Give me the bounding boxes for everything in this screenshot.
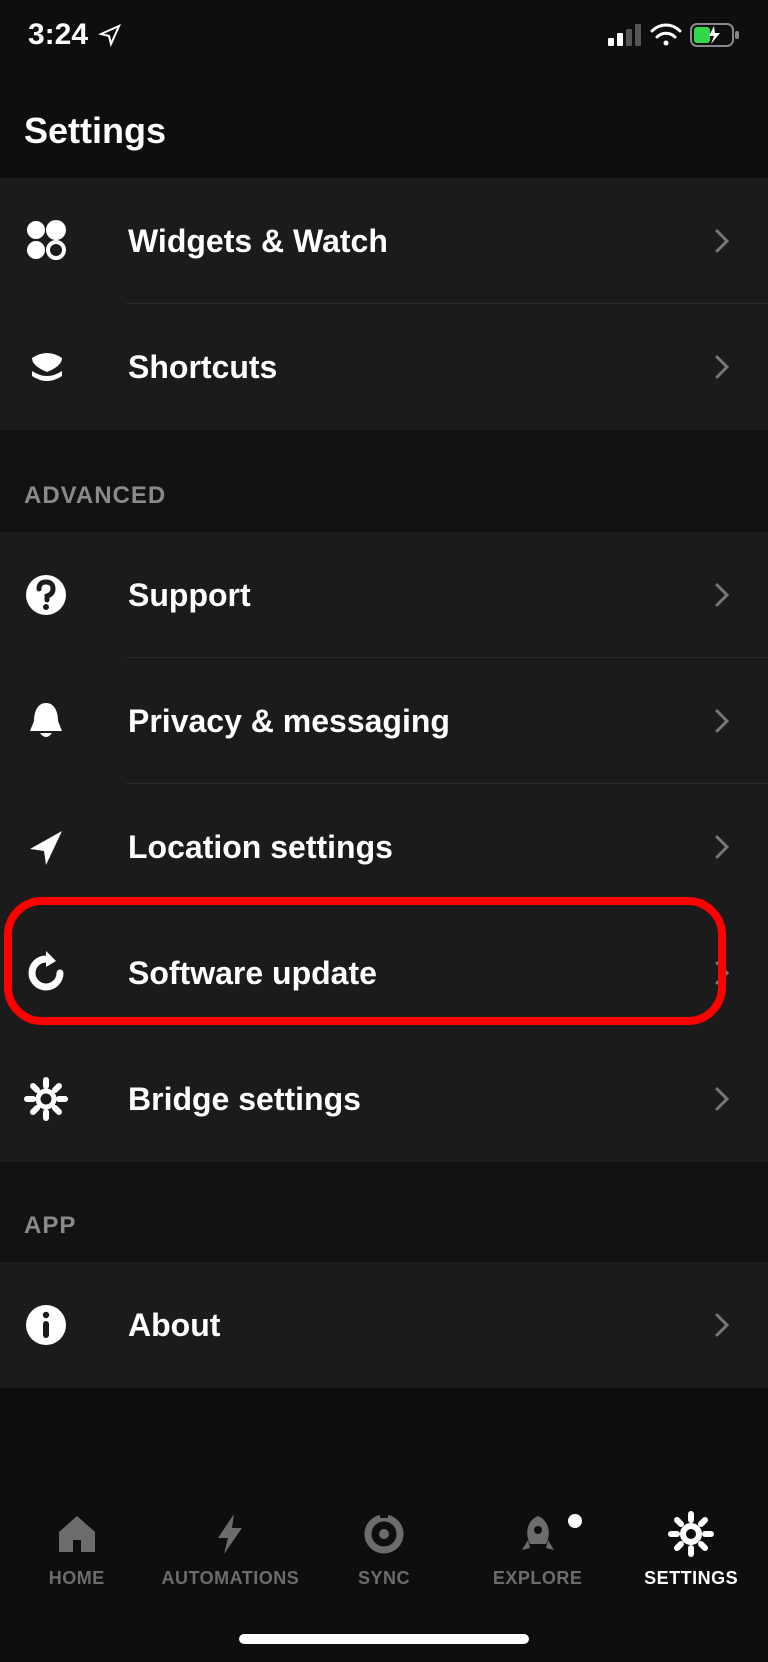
bell-icon	[24, 699, 84, 743]
bolt-icon	[206, 1510, 254, 1558]
chevron-right-icon	[714, 708, 768, 734]
chevron-right-icon	[714, 1312, 768, 1338]
home-icon	[53, 1510, 101, 1558]
chevron-right-icon	[714, 582, 768, 608]
row-label: Software update	[84, 955, 714, 992]
row-label: Privacy & messaging	[84, 703, 714, 740]
settings-list: Widgets & Watch Shortcuts ADVANCED	[0, 178, 768, 1486]
row-label: Bridge settings	[84, 1081, 714, 1118]
row-location-settings[interactable]: Location settings	[0, 784, 768, 910]
wifi-icon	[650, 23, 682, 47]
rocket-icon	[514, 1510, 562, 1558]
help-icon	[24, 573, 84, 617]
home-indicator[interactable]	[239, 1634, 529, 1644]
tab-label: SYNC	[358, 1568, 410, 1589]
row-label: Shortcuts	[84, 349, 714, 386]
row-privacy-messaging[interactable]: Privacy & messaging	[0, 658, 768, 784]
row-shortcuts[interactable]: Shortcuts	[0, 304, 768, 430]
battery-charging-icon	[690, 23, 740, 47]
info-icon	[24, 1303, 84, 1347]
chevron-right-icon	[714, 228, 768, 254]
notification-dot-icon	[568, 1514, 582, 1528]
row-label: Location settings	[84, 829, 714, 866]
chevron-right-icon	[714, 354, 768, 380]
status-time: 3:24	[28, 18, 88, 52]
row-software-update[interactable]: Software update	[0, 910, 768, 1036]
section-header-app: APP	[0, 1162, 768, 1262]
location-arrow-icon	[24, 825, 84, 869]
chevron-right-icon	[714, 960, 768, 986]
tab-home[interactable]: HOME	[7, 1510, 147, 1589]
row-support[interactable]: Support	[0, 532, 768, 658]
cellular-signal-icon	[608, 24, 642, 46]
row-label: Widgets & Watch	[84, 223, 714, 260]
row-label: About	[84, 1307, 714, 1344]
tab-explore[interactable]: EXPLORE	[468, 1510, 608, 1589]
tab-automations[interactable]: AUTOMATIONS	[160, 1510, 300, 1589]
shortcuts-icon	[24, 344, 84, 390]
tab-settings[interactable]: SETTINGS	[621, 1510, 761, 1589]
tab-label: AUTOMATIONS	[161, 1568, 299, 1589]
refresh-icon	[24, 951, 84, 995]
gear-icon	[667, 1510, 715, 1558]
row-about[interactable]: About	[0, 1262, 768, 1388]
chevron-right-icon	[714, 1086, 768, 1112]
location-services-icon	[98, 23, 122, 47]
widgets-icon	[24, 218, 84, 264]
row-widgets-watch[interactable]: Widgets & Watch	[0, 178, 768, 304]
row-bridge-settings[interactable]: Bridge settings	[0, 1036, 768, 1162]
tab-label: HOME	[49, 1568, 105, 1589]
tab-label: SETTINGS	[644, 1568, 738, 1589]
sync-icon	[360, 1510, 408, 1558]
page-title: Settings	[24, 110, 166, 152]
status-bar: 3:24	[0, 0, 768, 70]
section-header-advanced: ADVANCED	[0, 430, 768, 532]
chevron-right-icon	[714, 834, 768, 860]
tab-label: EXPLORE	[493, 1568, 583, 1589]
row-label: Support	[84, 577, 714, 614]
gear-icon	[24, 1077, 84, 1121]
tab-sync[interactable]: SYNC	[314, 1510, 454, 1589]
